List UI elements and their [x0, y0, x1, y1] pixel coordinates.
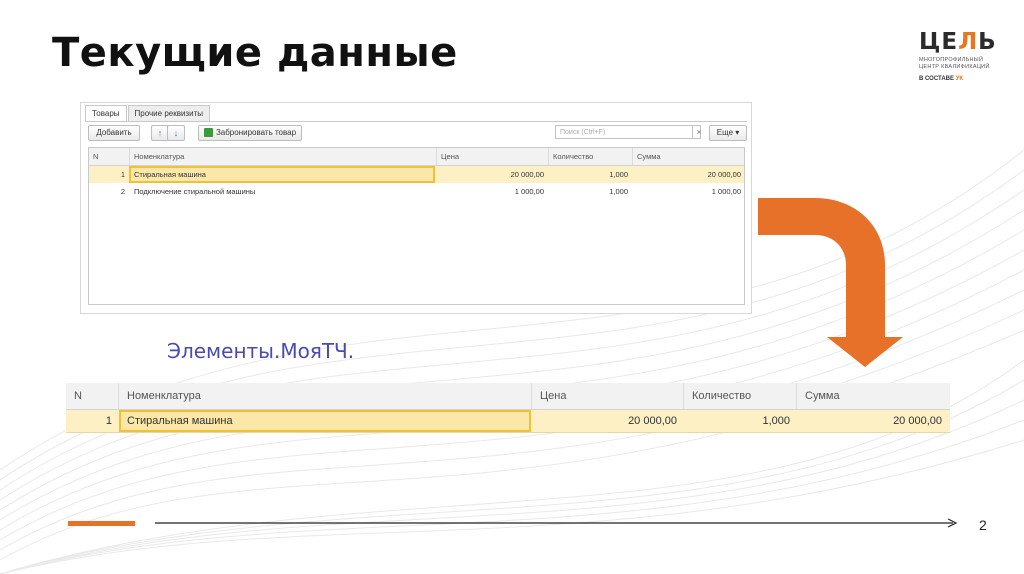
elements-label: Элементы.МояТЧ.	[167, 339, 355, 363]
column-header-quantity[interactable]: Количество	[683, 383, 796, 409]
reserve-goods-button[interactable]: Забронировать товар	[198, 125, 302, 141]
row-sum[interactable]: 1 000,00	[632, 183, 745, 200]
table-header: N Номенклатура Цена Количество Сумма	[66, 383, 950, 410]
table-row[interactable]: 2 Подключение стиральной машины 1 000,00…	[89, 183, 744, 200]
current-data-table: N Номенклатура Цена Количество Сумма 1 С…	[66, 383, 950, 433]
page-number: 2	[979, 517, 987, 533]
row-sum[interactable]: 20 000,00	[632, 166, 745, 183]
row-quantity[interactable]: 1,000	[548, 183, 632, 200]
footer-arrow-line	[155, 518, 958, 528]
arrow-down-icon: ↓	[173, 128, 179, 138]
row-nomenclature[interactable]: Подключение стиральной машины	[129, 183, 435, 200]
tab-other-details[interactable]: Прочие реквизиты	[127, 105, 210, 121]
row-number: 2	[120, 187, 125, 196]
arrow-down-turn-icon	[758, 198, 903, 367]
table-header: N Номенклатура Цена Количество Сумма	[89, 148, 744, 166]
tab-divider	[85, 121, 747, 122]
logo-subtitle: МНОГОПРОФИЛЬНЫЙ ЦЕНТР КВАЛИФИКАЦИЙ	[919, 57, 990, 70]
row-sum[interactable]: 20 000,00	[796, 410, 950, 432]
form-toolbar: Добавить ↑ ↓ Забронировать товар Поиск (…	[88, 125, 747, 141]
column-header-sum[interactable]: Сумма	[632, 148, 745, 165]
row-price[interactable]: 20 000,00	[436, 166, 548, 183]
column-header-sum[interactable]: Сумма	[796, 383, 950, 409]
column-header-quantity[interactable]: Количество	[548, 148, 632, 165]
form-tabs: Товары Прочие реквизиты	[85, 105, 211, 121]
logo-wordmark: ЦЕЛЬ	[919, 29, 997, 55]
goods-table: N Номенклатура Цена Количество Сумма 1 С…	[88, 147, 745, 305]
chevron-down-icon: ▾	[735, 128, 740, 137]
document-form-screenshot: Товары Прочие реквизиты Добавить ↑ ↓ Заб…	[80, 102, 752, 314]
more-menu-button[interactable]: Еще ▾	[709, 125, 747, 141]
add-button[interactable]: Добавить	[88, 125, 140, 141]
column-header-n[interactable]: N	[89, 148, 129, 165]
reserve-icon	[203, 128, 213, 138]
company-logo: ЦЕЛЬ МНОГОПРОФИЛЬНЫЙ ЦЕНТР КВАЛИФИКАЦИЙ В…	[919, 30, 1009, 90]
clear-search-icon[interactable]: ×	[692, 125, 705, 139]
logo-footer: В СОСТАВЕ УК	[919, 76, 964, 82]
row-price[interactable]: 20 000,00	[531, 410, 683, 432]
table-row[interactable]: 1 Стиральная машина 20 000,00 1,000 20 0…	[66, 410, 950, 433]
tab-goods[interactable]: Товары	[85, 105, 127, 121]
row-number: 1	[120, 170, 125, 179]
column-header-price[interactable]: Цена	[436, 148, 548, 165]
column-header-price[interactable]: Цена	[531, 383, 683, 409]
row-quantity[interactable]: 1,000	[683, 410, 796, 432]
column-header-nomenclature[interactable]: Номенклатура	[129, 148, 436, 165]
column-header-n[interactable]: N	[66, 383, 118, 409]
move-down-button[interactable]: ↓	[167, 125, 185, 141]
row-nomenclature[interactable]: Стиральная машина	[119, 410, 531, 432]
row-quantity[interactable]: 1,000	[548, 166, 632, 183]
table-row[interactable]: 1 Стиральная машина 20 000,00 1,000 20 0…	[89, 166, 744, 183]
page-title: Текущие данные	[52, 30, 458, 76]
row-price[interactable]: 1 000,00	[436, 183, 548, 200]
row-nomenclature[interactable]: Стиральная машина	[129, 166, 435, 183]
column-header-nomenclature[interactable]: Номенклатура	[118, 383, 531, 409]
row-number: 1	[105, 415, 112, 427]
arrow-up-icon: ↑	[157, 128, 163, 138]
footer-accent-bar	[68, 521, 135, 526]
search-input[interactable]: Поиск (Ctrl+F)	[555, 125, 701, 139]
